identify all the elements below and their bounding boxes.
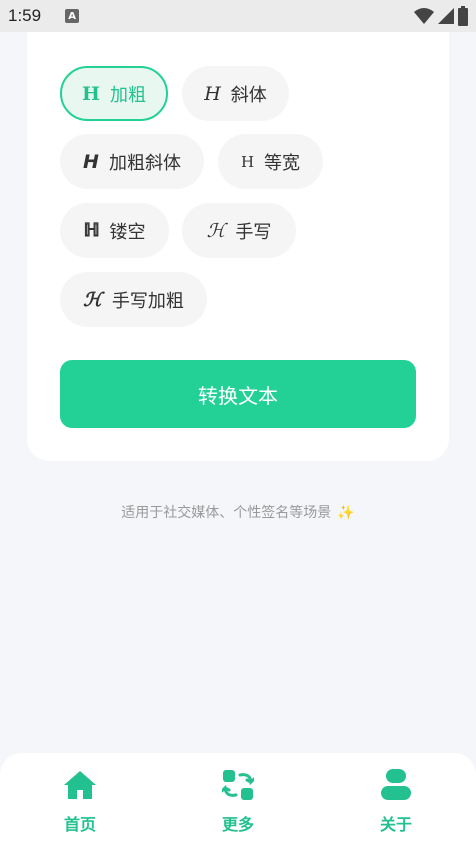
notification-icon: A	[65, 9, 80, 23]
sparkle-icon: ✨	[337, 505, 355, 521]
style-label: 等宽	[264, 152, 301, 174]
style-chip-bold[interactable]: H 加粗	[60, 66, 168, 121]
battery-icon	[458, 6, 468, 26]
home-icon	[63, 769, 97, 801]
status-bar: 1:59 A	[0, 0, 476, 32]
nav-label-more: 更多	[221, 815, 254, 834]
style-label: 手写加粗	[111, 290, 184, 312]
nav-item-home[interactable]: 首页	[20, 753, 140, 846]
style-label: 加粗	[109, 84, 146, 106]
style-chip-italic[interactable]: H 斜体	[182, 66, 289, 121]
style-card: H 加粗 H 斜体 H 加粗斜体 H 等宽 ℍ 镂空 ℋ 手写 ℋ 手写加粗 转…	[27, 32, 449, 461]
convert-button[interactable]: 转换文本	[60, 360, 416, 428]
style-label: 手写	[235, 221, 272, 243]
style-glyph: H	[82, 82, 100, 105]
nav-label-home: 首页	[63, 815, 96, 834]
bottom-nav: 首页 更多 关于	[0, 753, 476, 846]
style-glyph: H	[204, 82, 221, 105]
style-label: 加粗斜体	[108, 152, 181, 174]
style-chip-bold-italic[interactable]: H 加粗斜体	[60, 134, 204, 189]
hint-text: 适用于社交媒体、个性签名等场景	[121, 505, 332, 521]
style-glyph: H	[240, 152, 255, 171]
style-chip-outline[interactable]: ℍ 镂空	[60, 203, 169, 258]
usage-hint: 适用于社交媒体、个性签名等场景 ✨	[0, 502, 476, 522]
style-chip-script-bold[interactable]: ℋ 手写加粗	[60, 272, 207, 327]
status-time: 1:59	[8, 6, 42, 25]
style-glyph: ℍ	[83, 220, 100, 242]
style-glyph: ℋ	[206, 219, 226, 242]
signal-icon	[438, 8, 454, 24]
nav-item-more[interactable]: 更多	[178, 753, 298, 846]
status-icons	[414, 6, 468, 26]
switch-icon	[222, 769, 254, 801]
style-chip-monospace[interactable]: H 等宽	[218, 134, 323, 189]
user-icon	[380, 769, 412, 801]
style-chip-script[interactable]: ℋ 手写	[182, 203, 296, 258]
wifi-icon	[414, 8, 434, 24]
style-glyph: ℋ	[83, 288, 102, 311]
nav-item-about[interactable]: 关于	[336, 753, 456, 846]
style-glyph: H	[83, 150, 99, 173]
style-label: 斜体	[230, 84, 267, 106]
style-label: 镂空	[109, 221, 146, 243]
nav-label-about: 关于	[379, 815, 412, 834]
